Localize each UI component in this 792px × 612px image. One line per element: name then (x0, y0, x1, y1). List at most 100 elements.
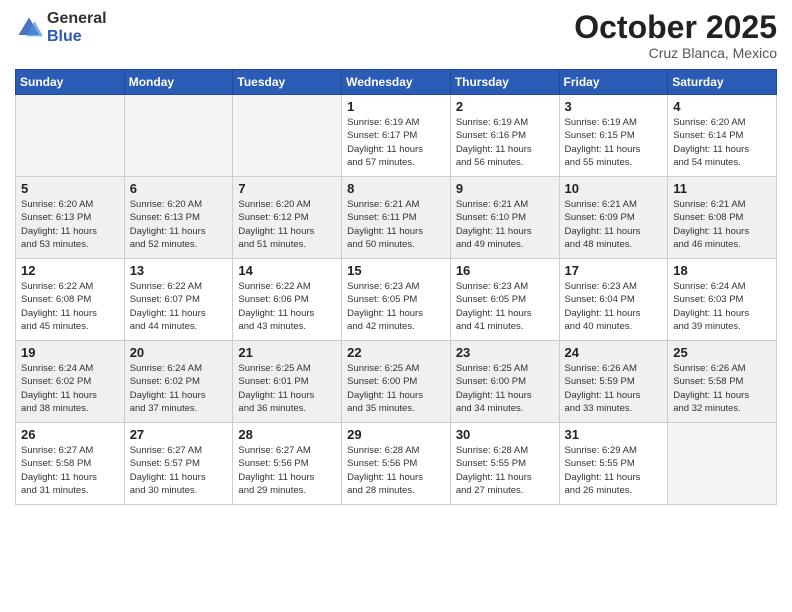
logo-icon (15, 14, 43, 42)
calendar-week-row: 5Sunrise: 6:20 AMSunset: 6:13 PMDaylight… (16, 177, 777, 259)
calendar-cell: 4 Sunrise: 6:20 AMSunset: 6:14 PMDaylight… (668, 95, 777, 177)
day-info: Sunrise: 6:20 AMSunset: 6:14 PMDaylight:… (673, 116, 771, 169)
day-number: 29 (347, 427, 445, 442)
calendar-cell: 27Sunrise: 6:27 AMSunset: 5:57 PMDayligh… (124, 423, 233, 505)
day-info: Sunrise: 6:27 AMSunset: 5:56 PMDaylight:… (238, 444, 336, 497)
day-info: Sunrise: 6:24 AMSunset: 6:02 PMDaylight:… (130, 362, 228, 415)
day-number: 12 (21, 263, 119, 278)
day-info: Sunrise: 6:20 AMSunset: 6:12 PMDaylight:… (238, 198, 336, 251)
calendar-cell: 26 Sunrise: 6:27 AMSunset: 5:58 PMDayligh… (16, 423, 125, 505)
calendar-cell: 28 Sunrise: 6:27 AMSunset: 5:56 PMDayligh… (233, 423, 342, 505)
calendar-cell (668, 423, 777, 505)
month-title: October 2025 (574, 10, 777, 45)
calendar-cell: 13 Sunrise: 6:22 AMSunset: 6:07 PMDayligh… (124, 259, 233, 341)
calendar-cell: 17 Sunrise: 6:23 AMSunset: 6:04 PMDayligh… (559, 259, 668, 341)
logo-general: General (47, 10, 107, 28)
day-number: 30 (456, 427, 554, 442)
day-info: Sunrise: 6:20 AMSunset: 6:13 PMDaylight:… (21, 198, 119, 251)
weekday-header-wednesday: Wednesday (342, 70, 451, 95)
day-info: Sunrise: 6:25 AMSunset: 6:01 PMDaylight:… (238, 362, 336, 415)
weekday-header-monday: Monday (124, 70, 233, 95)
day-info: Sunrise: 6:22 AMSunset: 6:08 PMDaylight:… (21, 280, 119, 333)
calendar-cell: 19 Sunrise: 6:24 AMSunset: 6:02 PMDayligh… (16, 341, 125, 423)
day-number: 13 (130, 263, 228, 278)
weekday-header-friday: Friday (559, 70, 668, 95)
day-info: Sunrise: 6:23 AMSunset: 6:05 PMDaylight:… (456, 280, 554, 333)
calendar-cell: 25Sunrise: 6:26 AMSunset: 5:58 PMDayligh… (668, 341, 777, 423)
calendar-cell: 6 Sunrise: 6:20 AMSunset: 6:13 PMDaylight… (124, 177, 233, 259)
day-info: Sunrise: 6:21 AMSunset: 6:09 PMDaylight:… (565, 198, 663, 251)
calendar-cell: 16Sunrise: 6:23 AMSunset: 6:05 PMDayligh… (450, 259, 559, 341)
day-number: 8 (347, 181, 445, 196)
header: General Blue October 2025 Cruz Blanca, M… (15, 10, 777, 61)
calendar-cell: 22 Sunrise: 6:25 AMSunset: 6:00 PMDayligh… (342, 341, 451, 423)
calendar-cell (16, 95, 125, 177)
day-number: 24 (565, 345, 663, 360)
day-number: 18 (673, 263, 771, 278)
calendar-cell: 23Sunrise: 6:25 AMSunset: 6:00 PMDayligh… (450, 341, 559, 423)
day-number: 22 (347, 345, 445, 360)
day-number: 15 (347, 263, 445, 278)
day-number: 1 (347, 99, 445, 114)
day-info: Sunrise: 6:23 AMSunset: 6:04 PMDaylight:… (565, 280, 663, 333)
day-info: Sunrise: 6:26 AMSunset: 5:59 PMDaylight:… (565, 362, 663, 415)
day-number: 9 (456, 181, 554, 196)
day-info: Sunrise: 6:19 AMSunset: 6:17 PMDaylight:… (347, 116, 445, 169)
logo-text: General Blue (47, 10, 107, 45)
calendar-cell: 15 Sunrise: 6:23 AMSunset: 6:05 PMDayligh… (342, 259, 451, 341)
location-subtitle: Cruz Blanca, Mexico (574, 45, 777, 61)
calendar-cell: 10 Sunrise: 6:21 AMSunset: 6:09 PMDayligh… (559, 177, 668, 259)
day-info: Sunrise: 6:27 AMSunset: 5:57 PMDaylight:… (130, 444, 228, 497)
day-info: Sunrise: 6:26 AMSunset: 5:58 PMDaylight:… (673, 362, 771, 415)
calendar-cell: 12 Sunrise: 6:22 AMSunset: 6:08 PMDayligh… (16, 259, 125, 341)
calendar-cell: 7Sunrise: 6:20 AMSunset: 6:12 PMDaylight… (233, 177, 342, 259)
calendar-cell: 20Sunrise: 6:24 AMSunset: 6:02 PMDayligh… (124, 341, 233, 423)
title-block: October 2025 Cruz Blanca, Mexico (574, 10, 777, 61)
day-info: Sunrise: 6:20 AMSunset: 6:13 PMDaylight:… (130, 198, 228, 251)
day-number: 14 (238, 263, 336, 278)
calendar-cell: 8Sunrise: 6:21 AMSunset: 6:11 PMDaylight… (342, 177, 451, 259)
day-info: Sunrise: 6:24 AMSunset: 6:02 PMDaylight:… (21, 362, 119, 415)
day-info: Sunrise: 6:25 AMSunset: 6:00 PMDaylight:… (347, 362, 445, 415)
day-info: Sunrise: 6:19 AMSunset: 6:15 PMDaylight:… (565, 116, 663, 169)
day-info: Sunrise: 6:28 AMSunset: 5:55 PMDaylight:… (456, 444, 554, 497)
day-info: Sunrise: 6:21 AMSunset: 6:10 PMDaylight:… (456, 198, 554, 251)
calendar-cell: 29 Sunrise: 6:28 AMSunset: 5:56 PMDayligh… (342, 423, 451, 505)
calendar-table: SundayMondayTuesdayWednesdayThursdayFrid… (15, 69, 777, 505)
day-info: Sunrise: 6:23 AMSunset: 6:05 PMDaylight:… (347, 280, 445, 333)
day-number: 2 (456, 99, 554, 114)
calendar-cell: 1 Sunrise: 6:19 AMSunset: 6:17 PMDaylight… (342, 95, 451, 177)
day-info: Sunrise: 6:27 AMSunset: 5:58 PMDaylight:… (21, 444, 119, 497)
day-info: Sunrise: 6:19 AMSunset: 6:16 PMDaylight:… (456, 116, 554, 169)
calendar-cell: 24 Sunrise: 6:26 AMSunset: 5:59 PMDayligh… (559, 341, 668, 423)
logo: General Blue (15, 10, 107, 45)
calendar-cell: 2 Sunrise: 6:19 AMSunset: 6:16 PMDaylight… (450, 95, 559, 177)
calendar-page: General Blue October 2025 Cruz Blanca, M… (0, 0, 792, 612)
calendar-cell (233, 95, 342, 177)
day-number: 17 (565, 263, 663, 278)
weekday-header-sunday: Sunday (16, 70, 125, 95)
day-number: 11 (673, 181, 771, 196)
day-info: Sunrise: 6:24 AMSunset: 6:03 PMDaylight:… (673, 280, 771, 333)
day-info: Sunrise: 6:22 AMSunset: 6:07 PMDaylight:… (130, 280, 228, 333)
day-number: 10 (565, 181, 663, 196)
day-number: 3 (565, 99, 663, 114)
calendar-cell: 14Sunrise: 6:22 AMSunset: 6:06 PMDayligh… (233, 259, 342, 341)
calendar-cell: 3 Sunrise: 6:19 AMSunset: 6:15 PMDaylight… (559, 95, 668, 177)
weekday-header-row: SundayMondayTuesdayWednesdayThursdayFrid… (16, 70, 777, 95)
day-number: 28 (238, 427, 336, 442)
weekday-header-saturday: Saturday (668, 70, 777, 95)
day-number: 19 (21, 345, 119, 360)
day-number: 26 (21, 427, 119, 442)
calendar-cell: 18 Sunrise: 6:24 AMSunset: 6:03 PMDayligh… (668, 259, 777, 341)
calendar-cell: 9 Sunrise: 6:21 AMSunset: 6:10 PMDaylight… (450, 177, 559, 259)
calendar-cell: 21Sunrise: 6:25 AMSunset: 6:01 PMDayligh… (233, 341, 342, 423)
calendar-cell: 31Sunrise: 6:29 AMSunset: 5:55 PMDayligh… (559, 423, 668, 505)
day-number: 4 (673, 99, 771, 114)
calendar-week-row: 19 Sunrise: 6:24 AMSunset: 6:02 PMDayligh… (16, 341, 777, 423)
weekday-header-thursday: Thursday (450, 70, 559, 95)
day-number: 6 (130, 181, 228, 196)
day-info: Sunrise: 6:28 AMSunset: 5:56 PMDaylight:… (347, 444, 445, 497)
day-info: Sunrise: 6:29 AMSunset: 5:55 PMDaylight:… (565, 444, 663, 497)
day-info: Sunrise: 6:25 AMSunset: 6:00 PMDaylight:… (456, 362, 554, 415)
